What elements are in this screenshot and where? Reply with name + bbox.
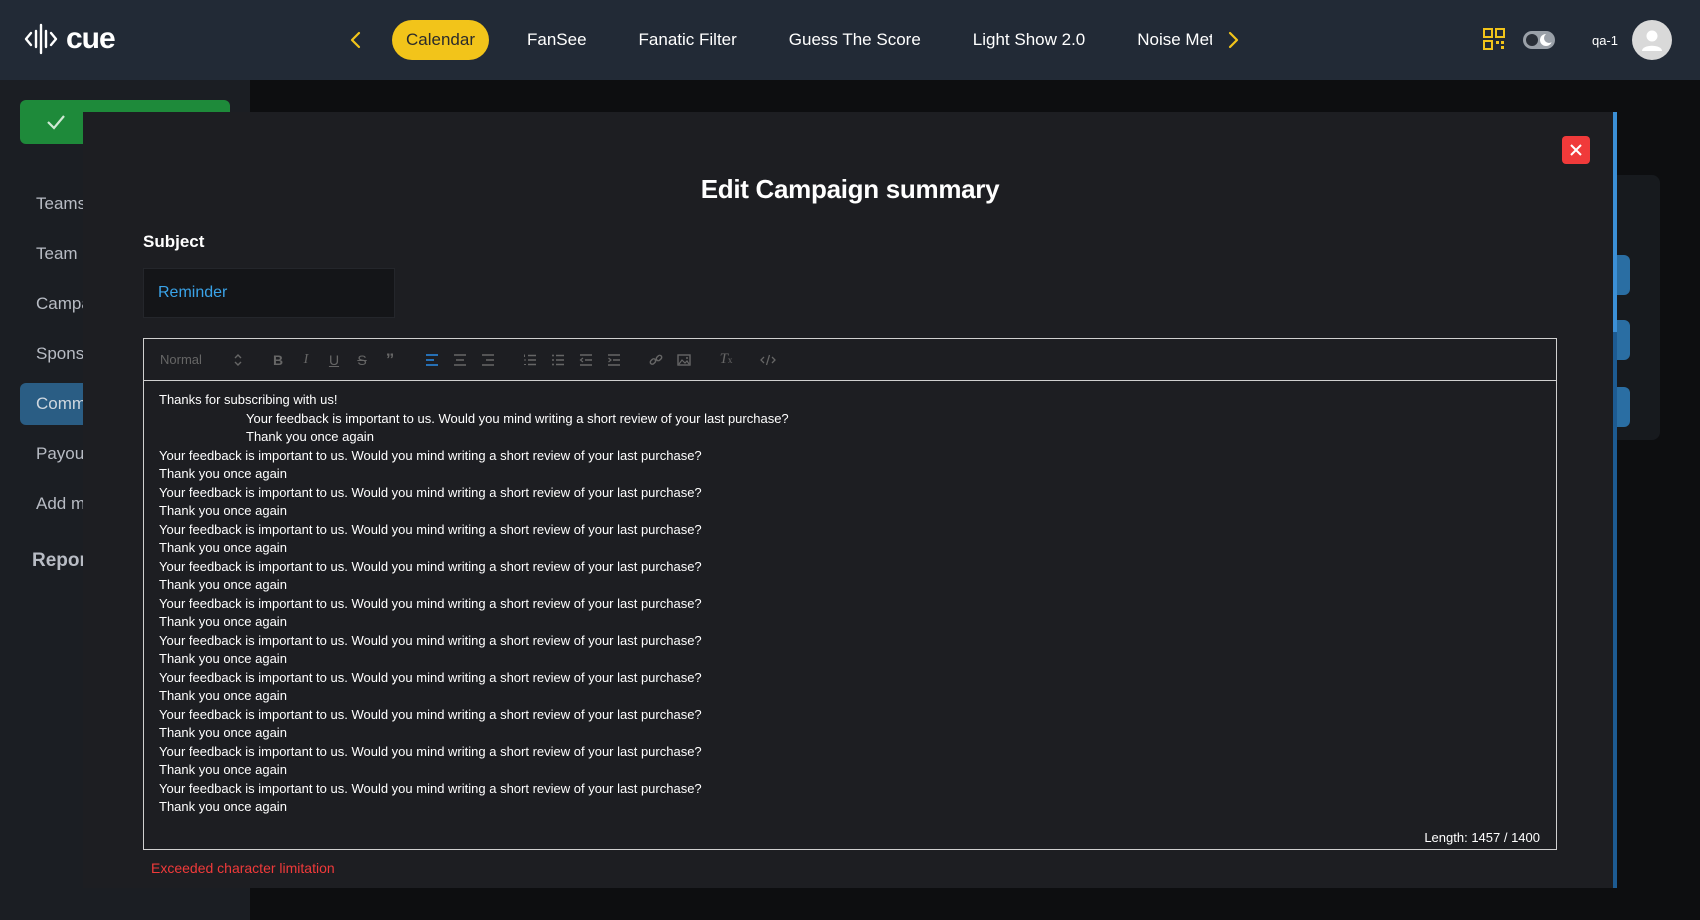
- editor-line: Thank you once again: [159, 799, 287, 814]
- user-icon: [1642, 30, 1662, 51]
- clear-format-icon[interactable]: Tx: [712, 348, 740, 372]
- editor-line: Thank you once again: [159, 688, 287, 703]
- modal-title: Edit Campaign summary: [700, 174, 1000, 204]
- tab-calendar[interactable]: Calendar: [392, 20, 489, 60]
- theme-toggle-icon[interactable]: [1522, 30, 1556, 50]
- username-label: qa-1: [1591, 32, 1618, 48]
- align-center-icon[interactable]: [446, 348, 474, 372]
- editor-line: Your feedback is important to us. Would …: [159, 706, 702, 722]
- qr-code-icon[interactable]: [1482, 27, 1508, 53]
- tab-fanatic-filter[interactable]: Fanatic Filter: [625, 20, 751, 60]
- bullet-list-icon[interactable]: [544, 348, 572, 372]
- editor-line: Thank you once again: [159, 614, 287, 629]
- select-arrows-icon: [234, 353, 242, 366]
- tab-light-show[interactable]: Light Show 2.0: [959, 20, 1099, 60]
- editor-line: Your feedback is important to us. Would …: [159, 817, 1541, 820]
- sidebar-item-team[interactable]: Team: [36, 244, 78, 264]
- editor-line: Thank you once again: [159, 466, 287, 481]
- editor-line: Your feedback is important to us. Would …: [159, 669, 702, 685]
- editor-content[interactable]: Thanks for subscribing with us! Your feed…: [159, 391, 1541, 819]
- blockquote-icon[interactable]: ”: [376, 348, 404, 372]
- logo-text: cue: [66, 22, 116, 55]
- editor-line: Thanks for subscribing with us!: [159, 392, 338, 407]
- nav-next-arrow-icon[interactable]: [1219, 26, 1247, 54]
- editor-line: Your feedback is important to us. Would …: [159, 595, 702, 611]
- header-tools: qa-1: [1482, 20, 1672, 60]
- sidebar-heading-reports: Repor: [32, 550, 87, 571]
- editor-line: Your feedback is important to us. Would …: [159, 521, 702, 537]
- sidebar-item-payouts[interactable]: Payou: [36, 444, 84, 464]
- top-navbar: cue Calendar FanSee Fanatic Filter Guess…: [0, 0, 1700, 80]
- editor-line: Your feedback is important to us. Would …: [159, 484, 702, 500]
- underline-icon[interactable]: U: [320, 348, 348, 372]
- nav-tabs: Calendar FanSee Fanatic Filter Guess The…: [392, 20, 1212, 60]
- modal-scrollbar[interactable]: [1613, 112, 1617, 888]
- editor-toolbar: Normal B I U S ” T x: [144, 339, 1556, 381]
- subject-label: Subject: [143, 232, 205, 251]
- length-counter: Length: 1457 / 1400: [1424, 830, 1540, 845]
- editor-line: Thank you once again: [159, 725, 287, 740]
- editor-line: Thank you once again: [159, 651, 287, 666]
- cue-logo[interactable]: cue: [24, 22, 116, 56]
- character-limit-error: Exceeded character limitation: [151, 860, 335, 876]
- sidebar-item-sponsors[interactable]: Spons: [36, 344, 84, 364]
- editor-line: Your feedback is important to us. Would …: [159, 447, 702, 463]
- editor-line: Your feedback is important to us. Would …: [159, 743, 702, 759]
- bold-icon[interactable]: B: [264, 348, 292, 372]
- strikethrough-icon[interactable]: S: [348, 348, 376, 372]
- align-right-icon[interactable]: [474, 348, 502, 372]
- editor-line: Your feedback is important to us. Would …: [246, 410, 789, 426]
- heading-select-value: Normal: [160, 352, 202, 367]
- edit-campaign-modal: Edit Campaign summary Subject Normal B I…: [83, 112, 1617, 888]
- tab-fansee[interactable]: FanSee: [513, 20, 601, 60]
- editor-line: Your feedback is important to us. Would …: [159, 632, 702, 648]
- rich-text-editor: Normal B I U S ” T x Thanks for subscrib…: [143, 338, 1557, 850]
- heading-select[interactable]: Normal: [160, 352, 248, 367]
- close-button[interactable]: [1562, 136, 1590, 164]
- sidebar-item-teams[interactable]: Teams: [36, 194, 86, 214]
- image-icon[interactable]: [670, 348, 698, 372]
- sidebar-item-add[interactable]: Add m: [36, 494, 85, 514]
- editor-line: Thank you once again: [246, 429, 374, 444]
- ordered-list-icon[interactable]: [516, 348, 544, 372]
- check-icon: [47, 115, 65, 130]
- outdent-icon[interactable]: [572, 348, 600, 372]
- align-left-icon[interactable]: [418, 348, 446, 372]
- scrollbar-thumb[interactable]: [1613, 112, 1617, 332]
- editor-line: Thank you once again: [159, 762, 287, 777]
- italic-icon[interactable]: I: [292, 348, 320, 372]
- editor-line: Your feedback is important to us. Would …: [159, 780, 702, 796]
- editor-line: Your feedback is important to us. Would …: [159, 558, 702, 574]
- editor-line: Thank you once again: [159, 540, 287, 555]
- link-icon[interactable]: [642, 348, 670, 372]
- indent-icon[interactable]: [600, 348, 628, 372]
- subject-input[interactable]: [143, 268, 395, 318]
- editor-line: Thank you once again: [159, 503, 287, 518]
- close-icon: [1570, 144, 1582, 156]
- tab-noise-meter[interactable]: Noise Met: [1123, 20, 1212, 60]
- logo-waveform-icon: [24, 23, 58, 55]
- nav-prev-arrow-icon[interactable]: [342, 26, 370, 54]
- avatar[interactable]: [1632, 20, 1672, 60]
- editor-line: Thank you once again: [159, 577, 287, 592]
- tab-guess-the-score[interactable]: Guess The Score: [775, 20, 935, 60]
- code-view-icon[interactable]: [754, 348, 782, 372]
